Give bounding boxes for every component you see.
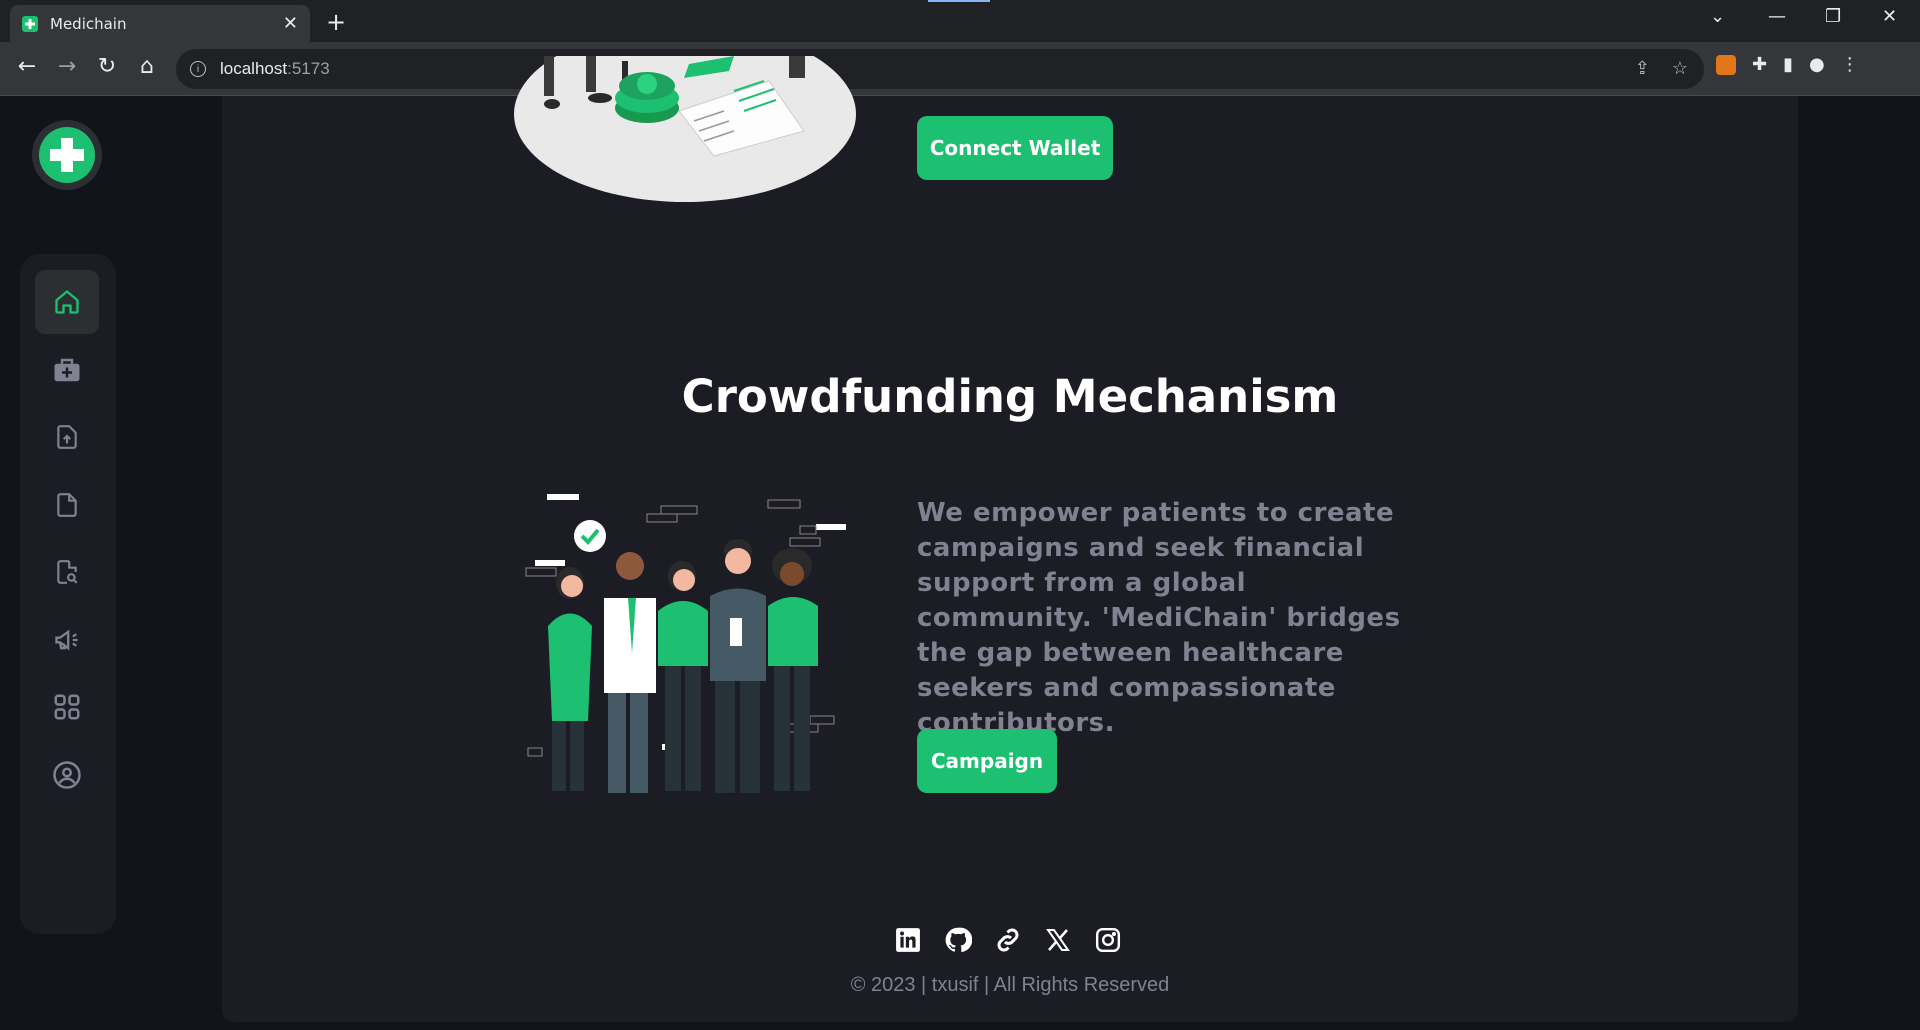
github-icon[interactable]: [944, 926, 972, 954]
section-description: We empower patients to create campaigns …: [917, 498, 1401, 738]
address-bar[interactable]: i localhost:5173 ⇪ ☆: [176, 49, 1704, 89]
main-content: Connect Wallet Crowdfunding Mechanism We…: [222, 56, 1798, 1022]
sidebar-item-medical[interactable]: [35, 338, 99, 402]
close-window-button[interactable]: ✕: [1882, 6, 1897, 27]
tab-search-icon[interactable]: ⌄: [1710, 6, 1725, 27]
linkedin-icon[interactable]: [894, 926, 922, 954]
forward-button[interactable]: →: [52, 54, 82, 79]
app-logo[interactable]: [32, 120, 102, 190]
home-button[interactable]: ⌂: [132, 54, 162, 79]
favicon-icon: [22, 15, 38, 32]
payment-illustration: [514, 56, 856, 202]
x-icon[interactable]: [1044, 926, 1072, 954]
share-icon[interactable]: ⇪: [1635, 58, 1650, 79]
sidebar-item-documents[interactable]: [35, 473, 99, 537]
page-scrollbar[interactable]: [1900, 96, 1920, 1030]
side-panel-icon[interactable]: ▮: [1783, 54, 1793, 75]
sidebar-item-apps[interactable]: [35, 675, 99, 739]
copyright-text: © 2023 | txusif | All Rights Reserved: [850, 974, 1170, 996]
tab-title: Medichain: [50, 14, 127, 33]
browser-tab-strip: Medichain ✕ + ⌄ — ❐ ✕: [0, 0, 1920, 42]
back-button[interactable]: ←: [12, 54, 42, 79]
instagram-icon[interactable]: [1094, 926, 1122, 954]
new-tab-button[interactable]: +: [326, 8, 346, 36]
minimize-button[interactable]: —: [1768, 6, 1786, 27]
metamask-extension-icon[interactable]: [1716, 54, 1736, 75]
url-port: :5173: [287, 59, 330, 78]
social-links: [894, 926, 1122, 954]
megaphone-icon: [55, 629, 78, 651]
document-icon: [57, 493, 77, 517]
sidebar-item-upload[interactable]: [35, 405, 99, 469]
file-upload-icon: [57, 425, 77, 449]
extensions-puzzle-icon[interactable]: ✚: [1752, 54, 1767, 75]
browser-toolbar: ← → ↻ ⌂ i localhost:5173 ⇪ ☆ ✚ ▮ ● ⋮: [0, 42, 1920, 96]
url-host: localhost: [220, 59, 288, 78]
link-icon[interactable]: [994, 926, 1022, 954]
medical-kit-icon: [54, 358, 80, 382]
sidebar-item-home[interactable]: [35, 270, 99, 334]
crowd-illustration: [525, 494, 846, 793]
apps-grid-icon: [54, 694, 80, 720]
profile-icon: [53, 761, 81, 789]
sidebar-item-profile[interactable]: [35, 743, 99, 807]
file-search-icon: [57, 560, 78, 584]
home-icon: [55, 290, 79, 314]
reload-button[interactable]: ↻: [92, 54, 122, 79]
medical-cross-icon: [50, 138, 84, 172]
app-page: Connect Wallet Crowdfunding Mechanism We…: [0, 56, 1900, 1030]
connect-wallet-button[interactable]: Connect Wallet: [917, 116, 1113, 180]
campaign-button[interactable]: Campaign: [917, 729, 1057, 793]
browser-tab[interactable]: Medichain ✕: [10, 5, 310, 42]
close-tab-icon[interactable]: ✕: [283, 13, 298, 34]
site-info-icon[interactable]: i: [190, 61, 206, 77]
profile-avatar-icon[interactable]: ●: [1809, 54, 1825, 75]
restore-button[interactable]: ❐: [1825, 6, 1841, 27]
sidebar-item-search-records[interactable]: [35, 540, 99, 604]
section-title: Crowdfunding Mechanism: [681, 370, 1339, 423]
sidebar-nav: [20, 254, 116, 934]
loading-indicator: [928, 0, 990, 2]
browser-menu-icon[interactable]: ⋮: [1841, 54, 1859, 75]
bookmark-star-icon[interactable]: ☆: [1672, 58, 1688, 79]
sidebar-item-campaigns[interactable]: [35, 608, 99, 672]
